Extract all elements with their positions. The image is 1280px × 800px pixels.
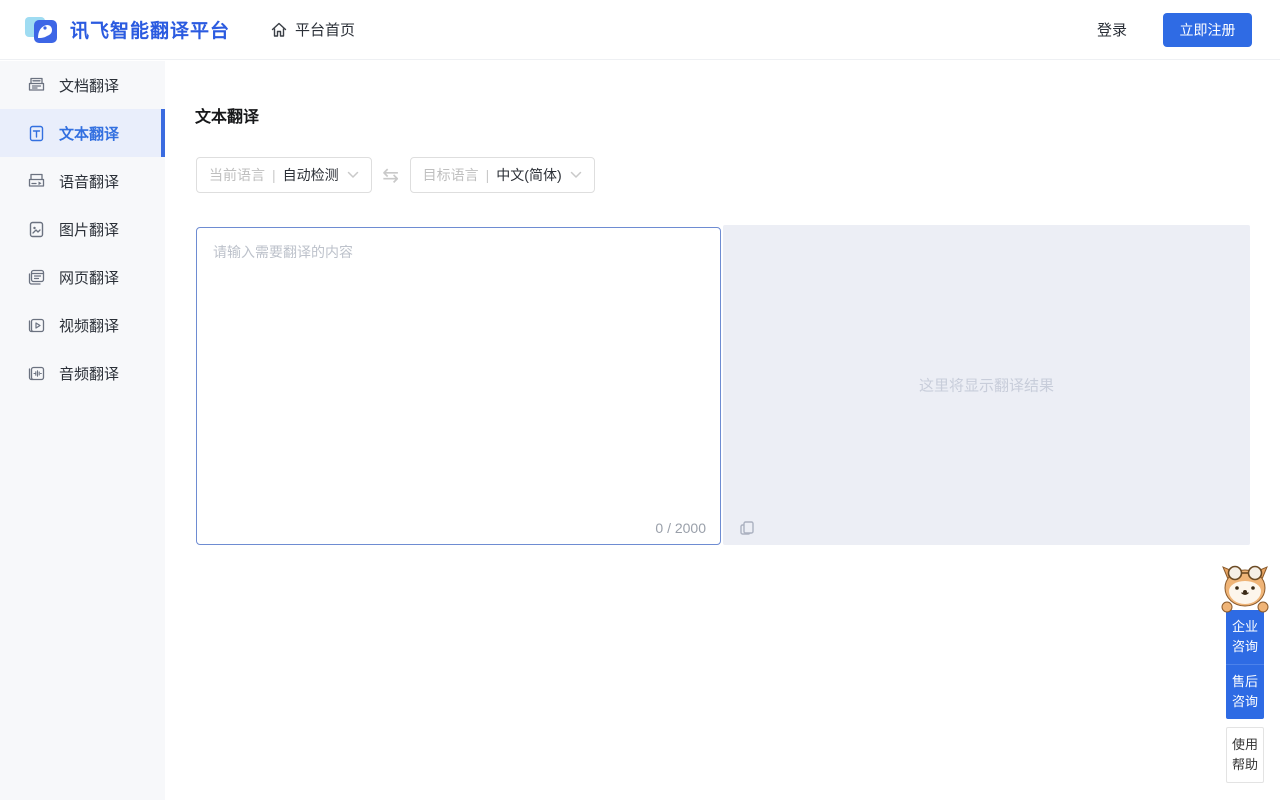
header-actions: 登录 立即注册 <box>1097 13 1252 47</box>
floating-contact-widget: 企业咨询 售后咨询 使用帮助 <box>1219 563 1271 783</box>
source-text-input[interactable] <box>197 228 720 504</box>
separator: | <box>272 167 276 183</box>
usage-help-button[interactable]: 使用帮助 <box>1226 727 1264 783</box>
home-icon <box>270 21 288 39</box>
header: 讯飞智能翻译平台 平台首页 登录 立即注册 <box>0 0 1280 60</box>
sidebar-item-text-translate[interactable]: 文本翻译 <box>0 109 165 157</box>
login-link[interactable]: 登录 <box>1097 19 1127 40</box>
video-translate-icon <box>26 315 46 335</box>
webpage-translate-icon <box>26 267 46 287</box>
app-logo-icon <box>22 11 60 49</box>
sidebar-item-label: 网页翻译 <box>59 267 119 288</box>
sidebar-item-label: 音频翻译 <box>59 363 119 384</box>
source-language-label: 当前语言 <box>209 165 265 185</box>
translation-platform-page: 讯飞智能翻译平台 平台首页 登录 立即注册 文档翻译 文本翻译 <box>0 0 1280 800</box>
result-placeholder-text: 这里将显示翻译结果 <box>723 375 1250 396</box>
separator: | <box>486 167 490 183</box>
translation-result-panel: 这里将显示翻译结果 <box>723 225 1250 545</box>
sidebar-item-video-translate[interactable]: 视频翻译 <box>0 301 165 349</box>
document-translate-icon <box>26 75 46 95</box>
chevron-down-icon <box>570 171 582 179</box>
swap-languages-icon[interactable]: ⇆ <box>372 163 410 188</box>
target-language-select[interactable]: 目标语言 | 中文(简体) <box>410 157 595 193</box>
text-translate-icon <box>26 123 46 143</box>
source-language-select[interactable]: 当前语言 | 自动检测 <box>196 157 372 193</box>
sidebar-item-label: 文本翻译 <box>59 123 119 144</box>
sidebar-item-audio-translate[interactable]: 音频翻译 <box>0 349 165 397</box>
sidebar-item-label: 图片翻译 <box>59 219 119 240</box>
sidebar: 文档翻译 文本翻译 语音翻译 图片翻译 网页翻译 <box>0 61 165 800</box>
register-button[interactable]: 立即注册 <box>1163 13 1252 47</box>
aftersales-consult-button[interactable]: 售后咨询 <box>1226 664 1264 719</box>
sidebar-item-image-translate[interactable]: 图片翻译 <box>0 205 165 253</box>
target-language-value: 中文(简体) <box>496 165 561 185</box>
image-translate-icon <box>26 219 46 239</box>
source-language-value: 自动检测 <box>283 165 339 185</box>
copy-result-icon[interactable] <box>738 519 756 537</box>
sidebar-item-document-translate[interactable]: 文档翻译 <box>0 61 165 109</box>
enterprise-consult-button[interactable]: 企业咨询 <box>1226 610 1264 664</box>
voice-translate-icon <box>26 171 46 191</box>
char-count: 0 / 2000 <box>655 520 706 536</box>
page-title: 文本翻译 <box>195 103 259 127</box>
chevron-down-icon <box>347 171 359 179</box>
sidebar-item-label: 语音翻译 <box>59 171 119 192</box>
home-nav[interactable]: 平台首页 <box>270 19 355 40</box>
home-label: 平台首页 <box>295 19 355 40</box>
sidebar-item-label: 视频翻译 <box>59 315 119 336</box>
sidebar-item-webpage-translate[interactable]: 网页翻译 <box>0 253 165 301</box>
sidebar-item-label: 文档翻译 <box>59 75 119 96</box>
brand-logo[interactable]: 讯飞智能翻译平台 <box>22 11 230 49</box>
audio-translate-icon <box>26 363 46 383</box>
source-text-panel: 0 / 2000 <box>196 227 721 545</box>
mascot-dog-icon <box>1219 563 1271 613</box>
language-selector-row: 当前语言 | 自动检测 ⇆ 目标语言 | 中文(简体) <box>196 157 595 193</box>
target-language-label: 目标语言 <box>423 165 479 185</box>
brand-title: 讯飞智能翻译平台 <box>70 16 230 43</box>
sidebar-item-voice-translate[interactable]: 语音翻译 <box>0 157 165 205</box>
